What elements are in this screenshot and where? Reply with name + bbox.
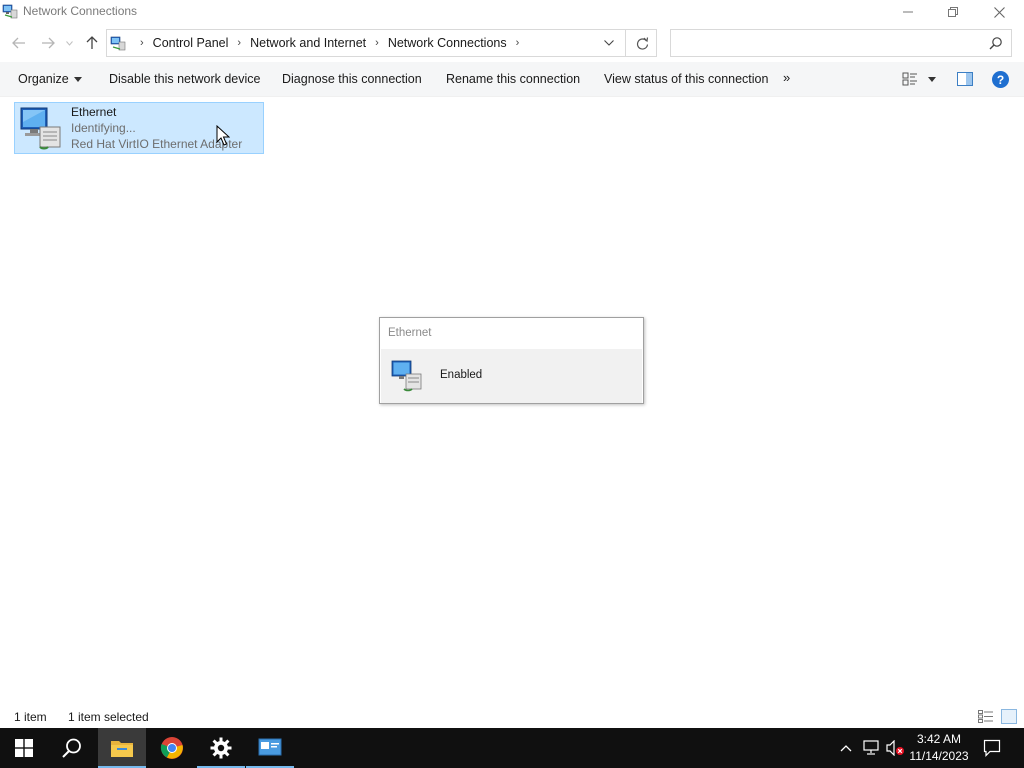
command-bar: Organize Disable this network device Dia… xyxy=(0,62,1024,97)
taskbar-search-button[interactable] xyxy=(48,728,96,768)
caret-down-icon xyxy=(73,77,82,83)
change-view-icon[interactable] xyxy=(902,72,918,86)
chevron-down-icon xyxy=(65,40,73,46)
minimize-button[interactable] xyxy=(885,0,931,24)
details-view-icon[interactable] xyxy=(978,710,994,723)
organize-label: Organize xyxy=(18,72,69,86)
back-button[interactable] xyxy=(9,33,29,53)
search-input[interactable] xyxy=(670,29,1012,57)
address-history-button[interactable] xyxy=(600,30,618,56)
breadcrumb-separator[interactable]: › xyxy=(140,37,144,49)
address-divider xyxy=(625,30,626,56)
item-count: 1 item xyxy=(14,710,47,724)
breadcrumb-separator[interactable]: › xyxy=(237,37,241,49)
up-arrow-icon xyxy=(86,36,98,49)
tooltip-status-label: Enabled xyxy=(440,369,483,381)
taskbar: 3:42 AM 11/14/2023 xyxy=(0,728,1024,768)
start-button[interactable] xyxy=(0,728,48,768)
breadcrumb-network-and-internet[interactable]: Network and Internet xyxy=(250,36,366,50)
mouse-cursor-icon xyxy=(216,125,230,146)
close-button[interactable] xyxy=(976,0,1022,24)
navigation-bar: › Control Panel › Network and Internet ›… xyxy=(0,27,1024,59)
control-panel-icon xyxy=(110,36,126,51)
chevron-down-icon xyxy=(604,40,614,46)
connection-tooltip: Ethernet Enabled xyxy=(379,317,644,404)
breadcrumb: › Control Panel › Network and Internet ›… xyxy=(131,30,528,56)
connection-status: Identifying... xyxy=(71,121,136,135)
title-bar: Network Connections xyxy=(0,0,1024,24)
status-bar: 1 item 1 item selected xyxy=(0,706,1024,728)
forward-button[interactable] xyxy=(38,33,58,53)
forward-arrow-icon xyxy=(42,37,55,49)
tray-network-button[interactable] xyxy=(860,728,882,768)
tooltip-status-row: Enabled xyxy=(381,349,642,403)
address-bar[interactable]: › Control Panel › Network and Internet ›… xyxy=(106,29,657,57)
minimize-icon xyxy=(903,11,913,13)
network-tray-icon xyxy=(863,740,879,755)
restore-icon xyxy=(948,7,958,17)
show-hidden-icons-button[interactable] xyxy=(838,728,854,768)
chevron-up-icon xyxy=(840,745,852,752)
window-title: Network Connections xyxy=(23,4,138,18)
taskbar-chrome[interactable] xyxy=(148,728,196,768)
connection-name: Ethernet xyxy=(71,105,117,119)
network-adapter-icon xyxy=(391,360,422,392)
notification-icon xyxy=(983,739,1001,757)
refresh-button[interactable] xyxy=(629,30,655,56)
network-connections-app-icon xyxy=(2,4,18,19)
close-icon xyxy=(993,6,1005,18)
selected-count: 1 item selected xyxy=(68,710,149,724)
refresh-icon xyxy=(636,36,648,50)
view-options-caret-icon[interactable] xyxy=(928,77,936,82)
file-explorer-icon xyxy=(111,741,133,757)
network-adapter-icon xyxy=(20,107,61,150)
gear-icon xyxy=(210,737,232,759)
network-connections-icon xyxy=(258,738,282,756)
breadcrumb-network-connections[interactable]: Network Connections xyxy=(388,36,507,50)
breadcrumb-separator[interactable]: › xyxy=(375,37,379,49)
restore-button[interactable] xyxy=(930,0,976,24)
taskbar-file-explorer[interactable] xyxy=(98,728,146,768)
action-center-button[interactable] xyxy=(978,728,1006,768)
taskbar-network-connections[interactable] xyxy=(246,728,294,768)
volume-muted-icon xyxy=(886,740,904,756)
up-button[interactable] xyxy=(82,33,102,53)
preview-pane-icon[interactable] xyxy=(957,72,973,86)
tiles-view-icon[interactable] xyxy=(1001,709,1017,724)
taskbar-clock[interactable]: 3:42 AM 11/14/2023 xyxy=(905,731,973,765)
start-icon xyxy=(15,739,33,757)
view-status-button[interactable]: View status of this connection xyxy=(604,72,768,86)
search-icon xyxy=(989,37,1002,50)
search-icon xyxy=(62,738,81,758)
chrome-icon xyxy=(160,737,183,759)
breadcrumb-separator[interactable]: › xyxy=(516,37,520,49)
help-icon[interactable]: ? xyxy=(992,71,1009,88)
tooltip-title: Ethernet xyxy=(388,327,432,339)
tray-volume-button[interactable] xyxy=(884,728,906,768)
disable-device-button[interactable]: Disable this network device xyxy=(109,72,260,86)
breadcrumb-control-panel[interactable]: Control Panel xyxy=(153,36,229,50)
back-arrow-icon xyxy=(12,37,25,49)
recent-locations-button[interactable] xyxy=(62,33,76,53)
more-commands-button[interactable]: » xyxy=(783,70,790,85)
clock-time: 3:42 AM xyxy=(916,732,962,746)
diagnose-connection-button[interactable]: Diagnose this connection xyxy=(282,72,422,86)
clock-date: 11/14/2023 xyxy=(909,749,969,763)
taskbar-settings[interactable] xyxy=(197,728,245,768)
rename-connection-button[interactable]: Rename this connection xyxy=(446,72,580,86)
organize-menu[interactable]: Organize xyxy=(18,72,82,86)
